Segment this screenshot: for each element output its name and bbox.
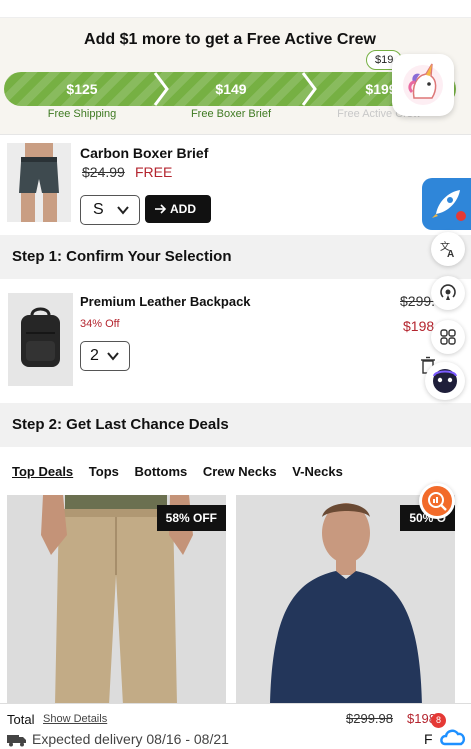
svg-text:A: A (447, 249, 454, 260)
step2-heading: Step 2: Get Last Chance Deals (0, 403, 471, 447)
translate-icon: 文 A (440, 240, 454, 260)
boxer-brief-image (7, 143, 71, 222)
total-label: Total (7, 712, 35, 727)
add-gift-button[interactable]: ADD (145, 195, 211, 223)
podcast-icon (440, 284, 456, 300)
backpack-image (8, 293, 73, 386)
chevron-down-icon (107, 352, 119, 361)
discount-badge: 58% OFF (156, 505, 226, 531)
top-bar (0, 0, 471, 18)
translate-button[interactable]: 文 A (431, 232, 465, 266)
reward-progress-panel: Add $1 more to get a Free Active Crew $1… (0, 18, 471, 134)
gift-price: FREE (135, 164, 173, 180)
apps-icon (440, 329, 456, 345)
tab-crew-necks[interactable]: Crew Necks (203, 464, 277, 479)
reward-title: Add $1 more to get a Free Active Crew (84, 31, 376, 48)
deal-tabs: Top Deals Tops Bottoms Crew Necks V-Neck… (12, 464, 355, 480)
size-select[interactable]: S (80, 195, 140, 225)
podcast-button[interactable] (431, 276, 465, 310)
chevron-down-icon (117, 206, 129, 215)
step1-heading: Step 1: Confirm Your Selection (0, 235, 471, 279)
product-card[interactable]: 50% O (236, 495, 455, 705)
cloud-sync-icon (440, 729, 466, 746)
boxer-model-graphic (7, 143, 71, 222)
tab-v-necks[interactable]: V-Necks (292, 464, 343, 479)
tab-tops[interactable]: Tops (89, 464, 119, 479)
tab-top-deals[interactable]: Top Deals (12, 464, 73, 479)
size-value: S (93, 201, 104, 218)
free-gift-row: Carbon Boxer Brief $24.99 FREE S ADD (0, 134, 471, 234)
cart-product-name: Premium Leather Backpack (80, 294, 251, 309)
apps-button[interactable] (431, 320, 465, 354)
notification-badge: 8 (431, 713, 446, 728)
backpack-graphic (8, 293, 73, 386)
rocket-button[interactable] (422, 178, 471, 230)
cart-item-row: Premium Leather Backpack 34% Off $299. $… (0, 279, 471, 403)
quantity-select[interactable]: 2 (80, 341, 130, 371)
cart-discount: 34% Off (80, 318, 120, 330)
footer-trailing-text: F (424, 731, 433, 747)
gift-product-name: Carbon Boxer Brief (80, 145, 209, 161)
reward-progress-bar: $125 $149 $199 (4, 72, 456, 106)
show-details-link[interactable]: Show Details (43, 713, 107, 725)
unicorn-logo-button[interactable] (392, 54, 454, 116)
tier-label-1: Free Shipping (47, 108, 117, 120)
delivery-estimate: Expected delivery 08/16 - 08/21 (32, 731, 229, 747)
product-card[interactable]: 58% OFF (7, 495, 226, 705)
tier-label-2: Free Boxer Brief (190, 108, 272, 120)
delivery-truck-icon (7, 735, 26, 747)
tier-amount-2: $149 (215, 81, 247, 97)
analytics-icon (422, 486, 452, 516)
rocket-icon (432, 190, 466, 221)
cart-price: $198 (403, 318, 435, 334)
analytics-button[interactable] (419, 483, 455, 519)
tab-bottoms[interactable]: Bottoms (135, 464, 188, 479)
chat-bot-icon (433, 369, 457, 393)
tier-amount-1: $125 (66, 81, 98, 97)
total-original-price: $299.98 (346, 711, 393, 726)
unicorn-icon (403, 63, 443, 105)
chat-bot-button[interactable] (425, 362, 465, 400)
quantity-value: 2 (90, 347, 99, 364)
cart-original-price: $299. (400, 293, 436, 309)
add-label: ADD (170, 202, 196, 216)
gift-original-price: $24.99 (82, 164, 125, 180)
checkout-footer: Total Show Details $299.98 $198 Expected… (0, 703, 471, 749)
arrow-right-icon (155, 204, 167, 214)
cloud-sync-button[interactable]: 8 (431, 713, 469, 749)
